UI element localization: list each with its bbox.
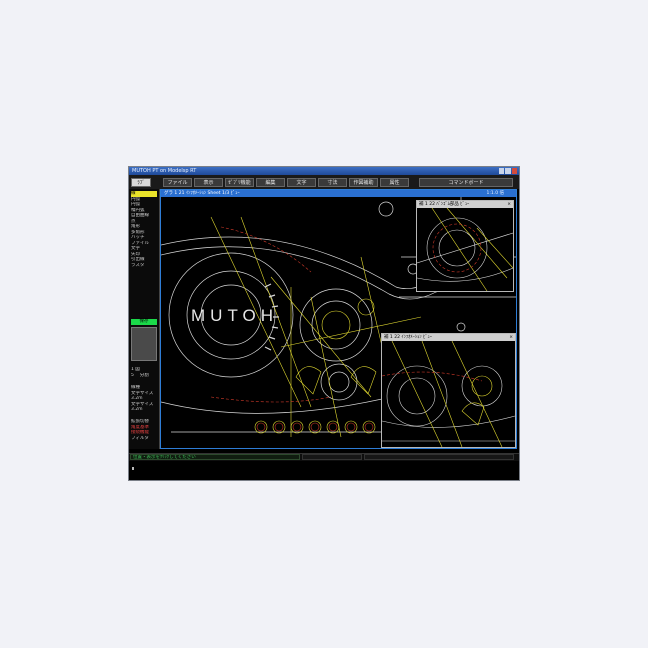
sub-view-title: 補 1 22 ﾊﾞﾝｺﾞﾑ部品 ﾋﾞｭｰ × <box>417 201 513 208</box>
sub-view-drawing <box>417 208 513 291</box>
sub-view-title: 補 1 22 ｲﾝﾌｵﾒｰｼｮﾝ ﾋﾞｭｰ × <box>382 334 515 341</box>
menu-text[interactable]: 文字 <box>287 177 316 187</box>
option-section: 拡張切替 角度基準 接続機能 フィルタ <box>131 419 157 441</box>
sub-view-bottom[interactable]: 補 1 22 ｲﾝﾌｵﾒｰｼｮﾝ ﾋﾞｭｰ × <box>381 333 516 448</box>
status-cell <box>302 454 362 460</box>
cad-app-window: MUTOH PT on Modelsp RT ﾗﾌﾞ ファイル 表示 ｾﾞﾌﾞﾘ… <box>129 167 519 480</box>
status-message: 位置・表示をｸﾘｯｸしてください <box>130 454 300 460</box>
menu-draw-assist[interactable]: 作図補助 <box>349 177 378 187</box>
canvas-title: グラ 1 21 ｲﾝﾌｵﾒｰｼｮﾝ Sheet 1/3 ﾋﾞｭｰ <box>164 191 240 196</box>
menu-bar: ﾗﾌﾞ ファイル 表示 ｾﾞﾌﾞﾘ機能 編集 文字 寸法 作図補助 属性 コマン… <box>129 175 519 189</box>
menu-edit[interactable]: 編集 <box>256 177 285 187</box>
menu-parts[interactable]: ｾﾞﾌﾞﾘ機能 <box>225 177 254 187</box>
status-bar: 位置・表示をｸﾘｯｸしてください <box>129 453 519 461</box>
sub-view-drawing <box>382 341 515 447</box>
layer-section: 1 図 5 分割 <box>131 367 157 378</box>
tool-panel: 線 円弧 円弧 楕円弧 自由曲線 点 角形 多角形 ハッチ ファイル 文字 矢印… <box>129 189 160 449</box>
close-icon[interactable]: × <box>507 201 511 208</box>
style-line[interactable]: 3.2m <box>131 407 157 413</box>
window-title: MUTOH PT on Modelsp RT <box>132 168 197 174</box>
title-bar: MUTOH PT on Modelsp RT <box>129 167 519 175</box>
sub-view-top[interactable]: 補 1 22 ﾊﾞﾝｺﾞﾑ部品 ﾋﾞｭｰ × <box>416 200 514 292</box>
command-line[interactable] <box>129 461 519 480</box>
sub-view-title-text: 補 1 22 ﾊﾞﾝｺﾞﾑ部品 ﾋﾞｭｰ <box>419 202 470 207</box>
save-button[interactable]: 保存 <box>131 319 157 325</box>
sub-view-title-text: 補 1 22 ｲﾝﾌｵﾒｰｼｮﾝ ﾋﾞｭｰ <box>384 335 433 340</box>
minimize-icon[interactable] <box>499 168 505 174</box>
logo-text: MUTOH <box>191 306 279 325</box>
canvas-title-bar: グラ 1 21 ｲﾝﾌｵﾒｰｼｮﾝ Sheet 1/3 ﾋﾞｭｰ 1:1.0 倍 <box>161 190 516 197</box>
window-controls <box>499 168 517 174</box>
menu-view[interactable]: 表示 <box>194 177 223 187</box>
close-icon[interactable] <box>511 168 517 174</box>
menu-command-board[interactable]: コマンドボード <box>419 177 513 187</box>
menu-dimension[interactable]: 寸法 <box>318 177 347 187</box>
preview-box <box>131 327 157 361</box>
menu-home[interactable]: ﾗﾌﾞ <box>131 177 151 187</box>
tool-list: 線 円弧 円弧 楕円弧 自由曲線 点 角形 多角形 ハッチ ファイル 文字 矢印… <box>131 191 157 268</box>
menu-file[interactable]: ファイル <box>163 177 192 187</box>
cursor-icon <box>132 467 134 470</box>
menu-attribute[interactable]: 属性 <box>380 177 409 187</box>
option-line[interactable]: フィルタ <box>131 436 157 442</box>
close-icon[interactable]: × <box>509 334 513 341</box>
maximize-icon[interactable] <box>505 168 511 174</box>
main-drawing-canvas[interactable]: グラ 1 21 ｲﾝﾌｵﾒｰｼｮﾝ Sheet 1/3 ﾋﾞｭｰ 1:1.0 倍 <box>160 189 517 449</box>
status-cell <box>364 454 514 460</box>
layer-line[interactable]: 5 分割 <box>131 373 157 379</box>
style-section: 線種 文字サイズ 3.2m 文字サイズ 3.2m <box>131 385 157 413</box>
tool-item[interactable]: ラスタ <box>131 263 157 269</box>
zoom-readout: 1:1.0 倍 <box>486 191 504 196</box>
